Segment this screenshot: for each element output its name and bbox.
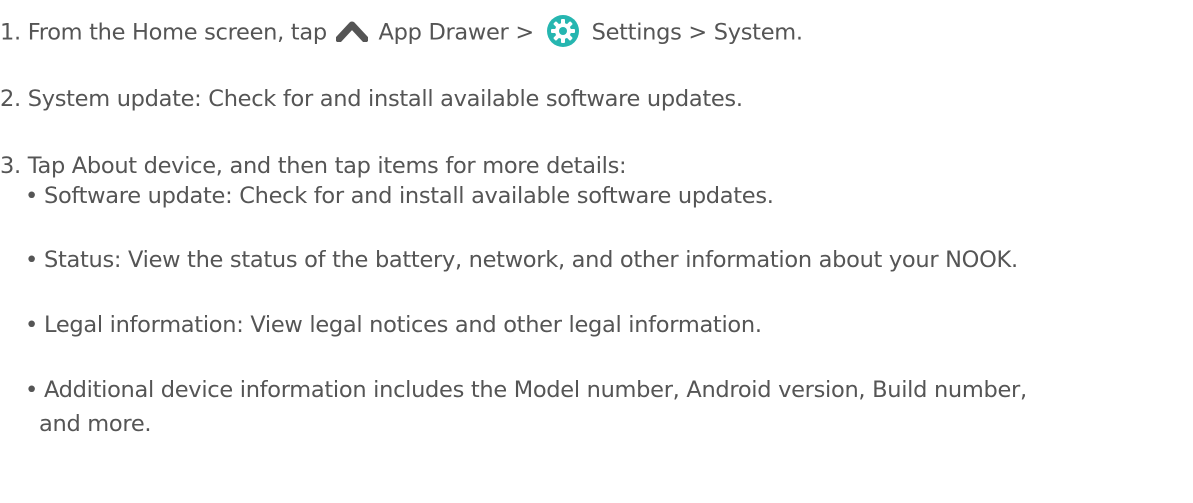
step-1-number: 1. — [0, 19, 21, 46]
step-2-text: System update: Check for and install ava… — [27, 86, 743, 112]
bullet-text: Software update: Check for and install a… — [43, 183, 774, 209]
settings-system-label: Settings > System. — [591, 19, 803, 46]
bullet-dot: • — [25, 312, 38, 338]
step-1: 1. From the Home screen, tap App Drawer … — [0, 15, 803, 49]
step-3: 3. Tap About device, and then tap items … — [0, 151, 627, 181]
bullet-item-status: • Status: View the status of the battery,… — [25, 245, 1018, 275]
bullet-dot: • — [25, 183, 38, 209]
bullet-item-additional-info-continued: and more. — [39, 409, 152, 439]
bullet-item-legal-information: • Legal information: View legal notices a… — [25, 310, 762, 340]
step-3-number: 3. — [0, 153, 21, 179]
bullet-item-additional-info: • Additional device information includes … — [25, 375, 1027, 405]
step-2-number: 2. — [0, 86, 21, 112]
gear-icon — [546, 15, 579, 47]
step-3-text: Tap About device, and then tap items for… — [27, 153, 627, 179]
bullet-text: Additional device information includes t… — [43, 377, 1027, 403]
bullet-text: Legal information: View legal notices an… — [43, 312, 762, 338]
bullet-dot: • — [25, 247, 38, 273]
chevron-up-icon — [335, 20, 369, 43]
bullet-continuation-text: and more. — [39, 411, 152, 437]
step-1-text: From the Home screen, tap — [27, 19, 327, 46]
bullet-dot: • — [25, 377, 38, 403]
bullet-text: Status: View the status of the battery, … — [43, 247, 1018, 273]
step-2: 2. System update: Check for and install … — [0, 84, 743, 114]
bullet-item-software-update: • Software update: Check for and install … — [25, 181, 774, 211]
app-drawer-label: App Drawer > — [378, 19, 535, 46]
